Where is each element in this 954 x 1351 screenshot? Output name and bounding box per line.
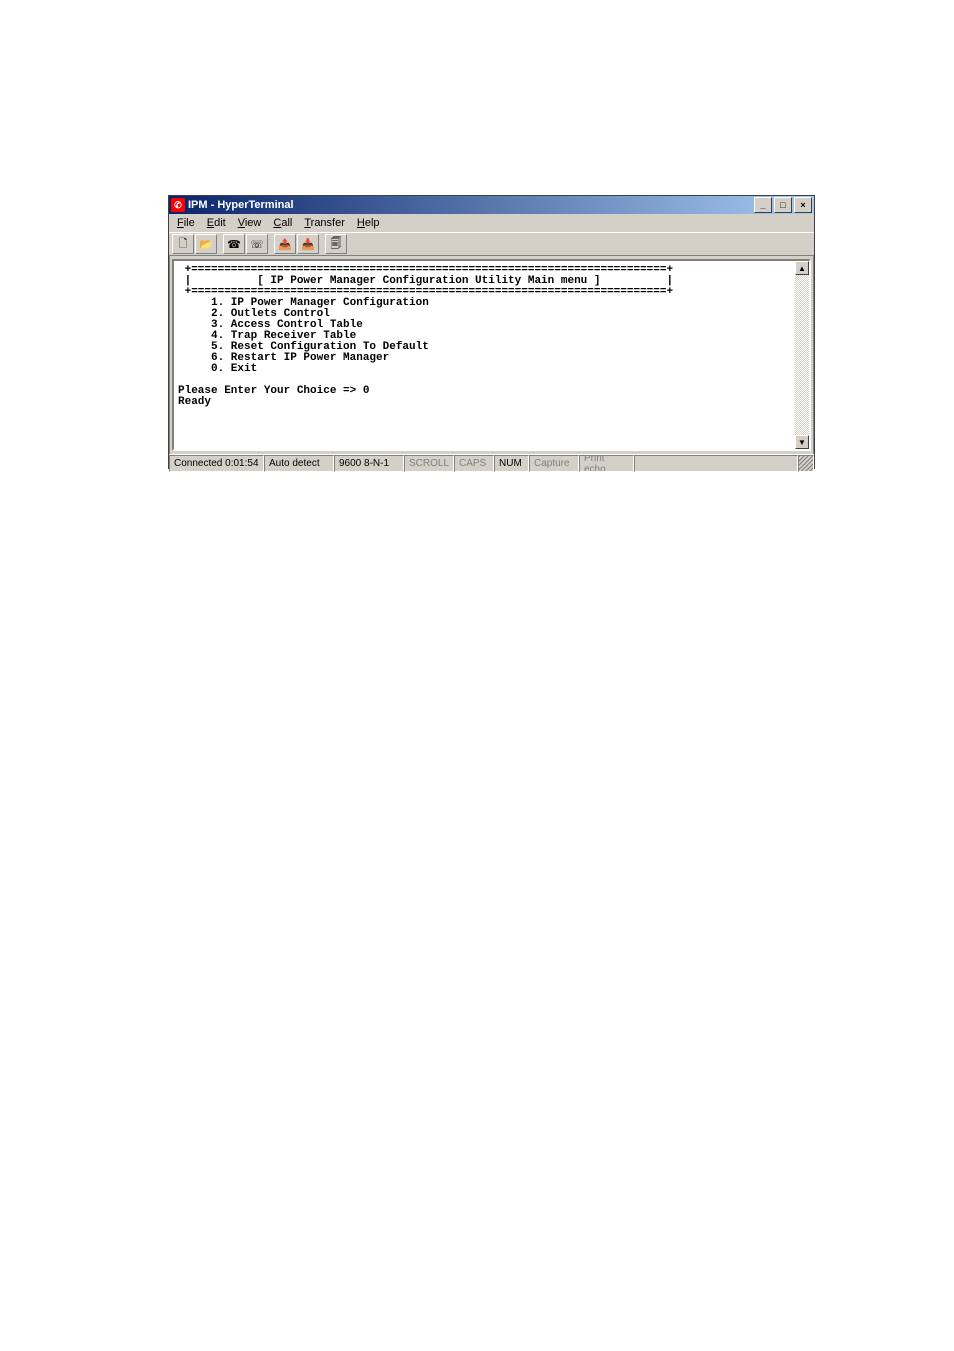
hangup-icon: ☏	[250, 238, 264, 251]
status-baud: 9600 8-N-1	[334, 455, 404, 472]
vertical-scrollbar[interactable]: ▲ ▼	[795, 261, 809, 449]
maximize-button[interactable]: □	[774, 197, 792, 213]
receive-button[interactable]: 📥	[297, 234, 319, 254]
status-autodetect: Auto detect	[264, 455, 334, 472]
titlebar: ✆ IPM - HyperTerminal _ □ ×	[169, 196, 814, 214]
status-capture: Capture	[529, 455, 579, 472]
receive-icon: 📥	[301, 238, 315, 251]
menu-file[interactable]: File	[171, 216, 201, 230]
send-button[interactable]: 📤	[274, 234, 296, 254]
terminal-output[interactable]: +=======================================…	[176, 263, 795, 447]
disconnect-button[interactable]: ☏	[246, 234, 268, 254]
connect-button[interactable]: ☎	[223, 234, 245, 254]
window-title: IPM - HyperTerminal	[188, 199, 752, 211]
client-area: +=======================================…	[172, 259, 811, 451]
send-icon: 📤	[278, 238, 292, 251]
status-spacer	[634, 455, 798, 472]
status-echo: Print echo	[579, 455, 634, 472]
app-icon: ✆	[171, 198, 185, 212]
status-scroll: SCROLL	[404, 455, 454, 472]
new-button[interactable]: 🗋	[172, 234, 194, 254]
menu-view[interactable]: View	[232, 216, 268, 230]
scroll-down-button[interactable]: ▼	[795, 435, 809, 449]
menu-edit[interactable]: Edit	[201, 216, 232, 230]
phone-icon: ☎	[227, 238, 241, 251]
toolbar: 🗋 📂 ☎ ☏ 📤 📥 🗐	[169, 232, 814, 256]
scroll-track[interactable]	[795, 275, 809, 435]
new-icon: 🗋	[179, 235, 188, 254]
menu-call[interactable]: Call	[267, 216, 298, 230]
status-connection: Connected 0:01:54	[169, 455, 264, 472]
statusbar: Connected 0:01:54 Auto detect 9600 8-N-1…	[169, 454, 814, 472]
properties-button[interactable]: 🗐	[325, 234, 347, 254]
open-icon: 📂	[199, 238, 213, 251]
properties-icon: 🗐	[331, 235, 342, 254]
menu-help[interactable]: Help	[351, 216, 386, 230]
menu-transfer[interactable]: Transfer	[298, 216, 351, 230]
scroll-up-button[interactable]: ▲	[795, 261, 809, 275]
status-caps: CAPS	[454, 455, 494, 472]
resize-grip[interactable]	[798, 455, 814, 472]
status-num: NUM	[494, 455, 529, 472]
minimize-button[interactable]: _	[754, 197, 772, 213]
hyperterminal-window: ✆ IPM - HyperTerminal _ □ × File Edit Vi…	[168, 195, 815, 469]
close-button[interactable]: ×	[794, 197, 812, 213]
menubar: File Edit View Call Transfer Help	[169, 214, 814, 232]
open-button[interactable]: 📂	[195, 234, 217, 254]
